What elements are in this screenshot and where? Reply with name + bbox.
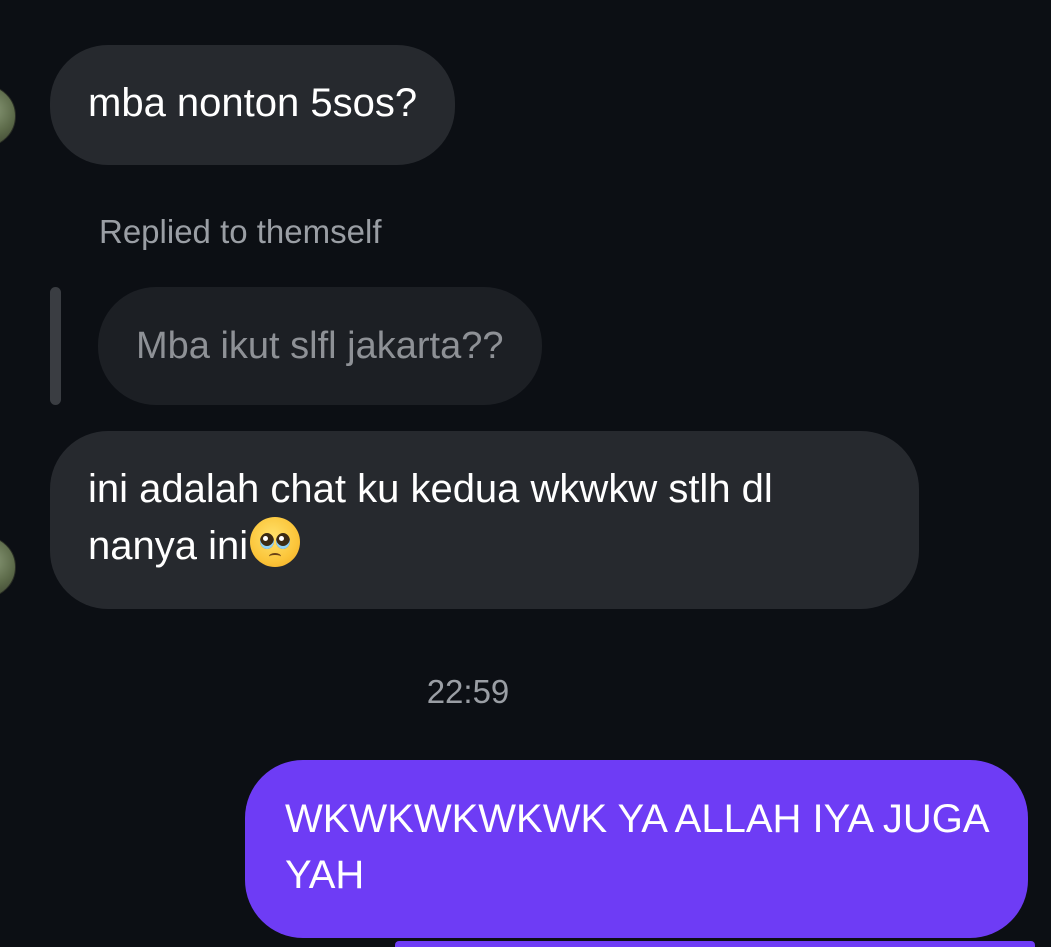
quoted-reply-text: Mba ikut slfl jakarta??: [136, 325, 504, 367]
quoted-reply-bubble[interactable]: Mba ikut slfl jakarta??: [98, 287, 542, 405]
incoming-message-bubble[interactable]: ini adalah chat ku kedua wkwkw stlh dl n…: [50, 431, 919, 609]
next-outgoing-bubble-edge: [395, 941, 1035, 947]
reply-indicator-bar: [50, 287, 61, 405]
chat-thread: mba nonton 5sos? Replied to themself Mba…: [0, 0, 1051, 947]
pleading-face-icon: [250, 517, 301, 567]
incoming-message-bubble[interactable]: mba nonton 5sos?: [50, 45, 456, 165]
message-timestamp: 22:59: [426, 673, 510, 710]
replied-to-label: Replied to themself: [99, 213, 382, 250]
contact-avatar[interactable]: [0, 85, 16, 147]
contact-avatar[interactable]: [0, 536, 16, 598]
outgoing-message-text: WKWKWKWKWK YA ALLAH IYA JUGA YAH: [285, 797, 988, 897]
incoming-message-text: mba nonton 5sos?: [88, 81, 418, 125]
outgoing-message-bubble[interactable]: WKWKWKWKWK YA ALLAH IYA JUGA YAH: [245, 760, 1028, 938]
incoming-message-text: ini adalah chat ku kedua wkwkw stlh dl n…: [88, 467, 773, 568]
